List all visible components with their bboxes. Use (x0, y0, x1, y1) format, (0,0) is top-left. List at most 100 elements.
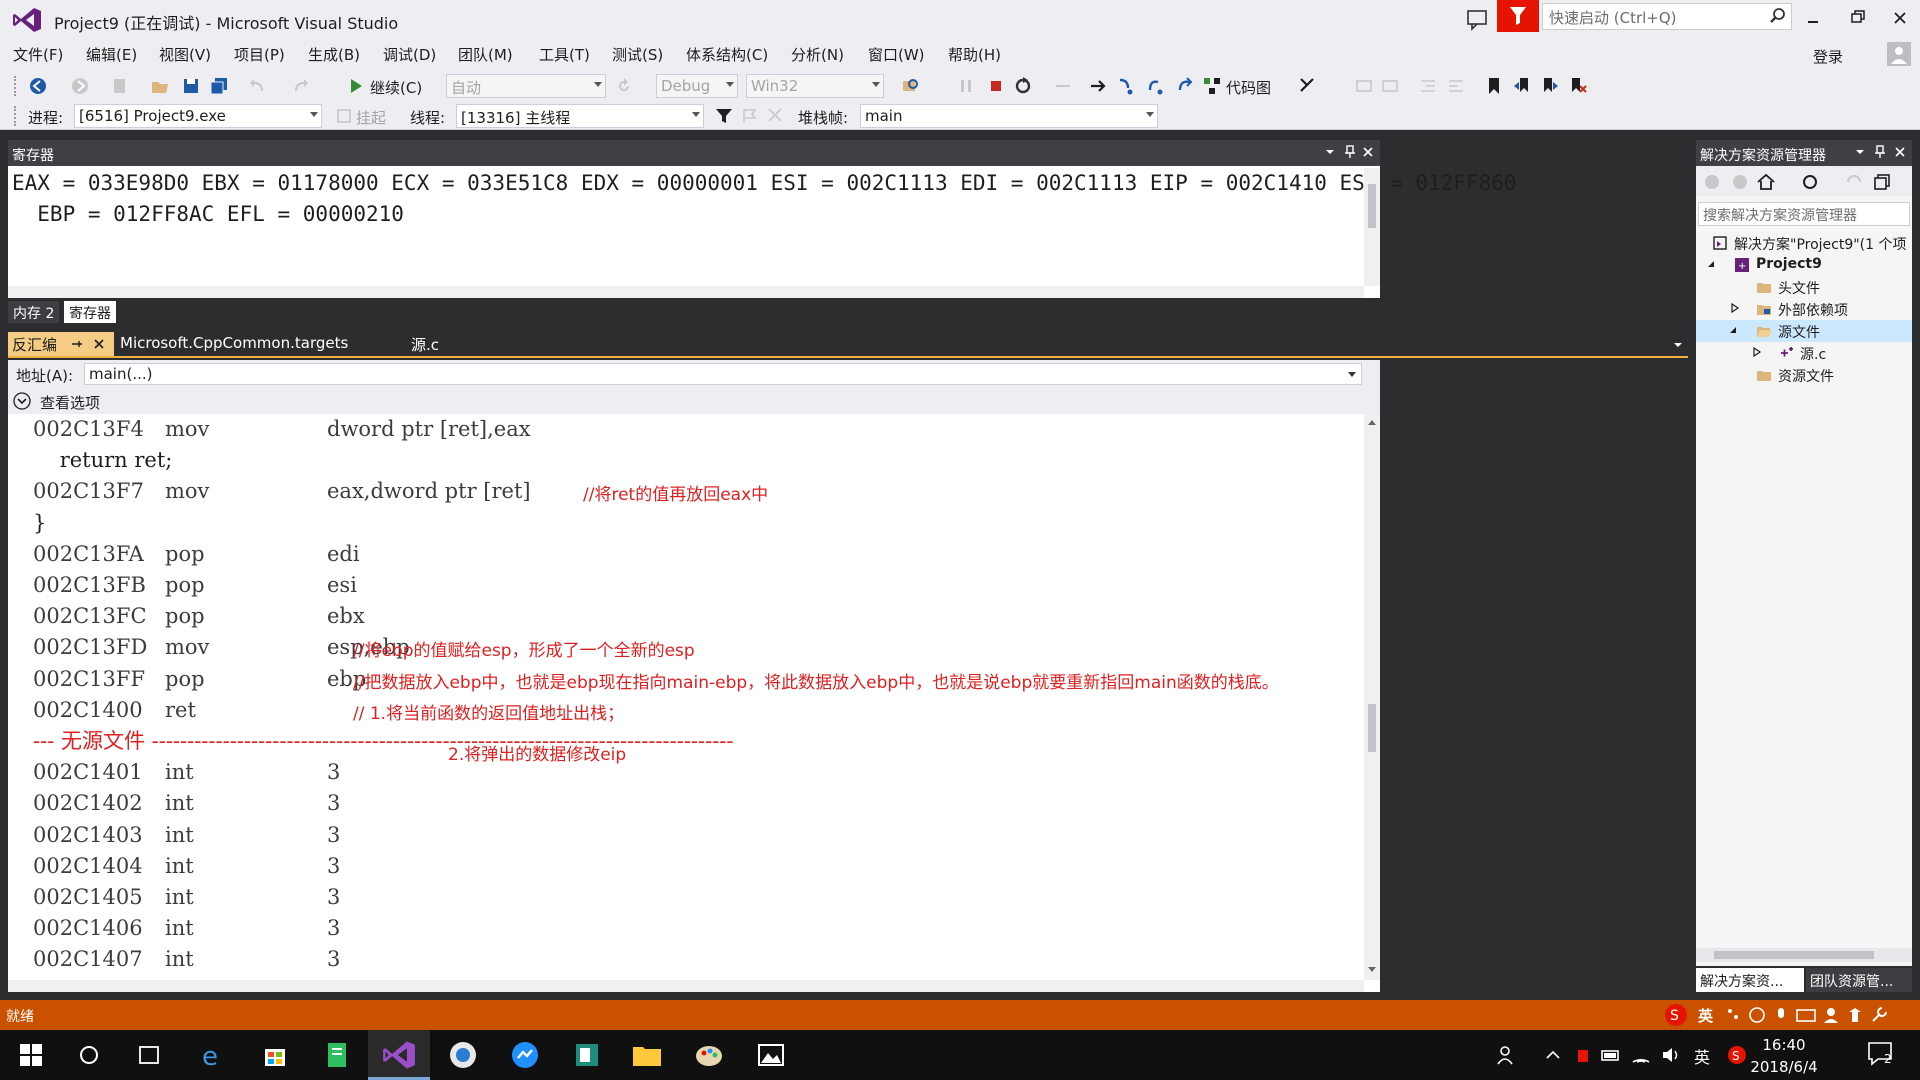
show-next-statement-icon[interactable] (1053, 76, 1073, 96)
code-map-icon[interactable] (1202, 76, 1222, 96)
continue-button[interactable]: 继续(C) (370, 77, 422, 98)
undo-icon[interactable] (248, 76, 268, 96)
action-center-button[interactable]: 2 (1866, 1040, 1900, 1070)
collapsed-arrow-icon[interactable] (1752, 347, 1762, 357)
tab-source-c[interactable]: 源.c (411, 334, 439, 355)
clock-time[interactable]: 16:40 (1752, 1036, 1816, 1054)
task-view-icon[interactable] (132, 1038, 166, 1072)
restore-window-icon[interactable] (1838, 4, 1878, 32)
disasm-instruction-row[interactable]: 002C1403 int 3 (33, 820, 1353, 851)
battery-icon[interactable] (1600, 1044, 1622, 1066)
close-tab-icon[interactable] (92, 337, 106, 351)
tools-wrench-icon[interactable] (1870, 1006, 1888, 1024)
sync-icon[interactable] (1844, 172, 1864, 192)
app-circle-icon[interactable] (446, 1038, 480, 1072)
step-over-icon[interactable] (1146, 76, 1166, 96)
menu-build[interactable]: 生成(B) (308, 44, 360, 65)
file-explorer-icon[interactable] (630, 1038, 664, 1072)
tab-overflow-chevron-icon[interactable] (1672, 340, 1684, 350)
people-icon[interactable] (1496, 1044, 1518, 1066)
open-file-icon[interactable] (150, 76, 170, 96)
back-icon[interactable] (1702, 172, 1722, 192)
skin-icon[interactable] (1846, 1006, 1864, 1024)
tree-resource-files[interactable]: 资源文件 (1696, 364, 1912, 386)
paint-icon[interactable] (692, 1038, 726, 1072)
clock-date[interactable]: 2018/6/4 (1744, 1058, 1824, 1076)
auto-hide-pin-icon[interactable] (1342, 144, 1358, 160)
auto-hide-pin-icon[interactable] (1872, 144, 1888, 160)
step-out-icon[interactable] (1174, 76, 1194, 96)
quick-launch-input[interactable]: 快速启动 (Ctrl+Q) (1542, 3, 1792, 30)
windows-start-icon[interactable] (14, 1038, 48, 1072)
menu-architecture[interactable]: 体系结构(C) (686, 44, 768, 65)
view-options-bar[interactable]: 查看选项 (8, 388, 1380, 414)
evernote-notes-icon[interactable] (320, 1038, 354, 1072)
menu-tools[interactable]: 工具(T) (539, 44, 590, 65)
disassembly-vertical-scrollbar[interactable] (1364, 414, 1380, 980)
ime-language[interactable]: 英 (1698, 1005, 1713, 1026)
registers-horizontal-scrollbar[interactable] (8, 286, 1364, 298)
menu-test[interactable]: 测试(S) (612, 44, 663, 65)
scroll-down-icon[interactable] (1367, 966, 1377, 974)
wifi-icon[interactable] (1630, 1044, 1652, 1066)
thread-combo[interactable]: [13316] 主线程 (456, 104, 704, 128)
disasm-instruction-row[interactable]: 002C13FA pop edi (33, 539, 1353, 570)
tree-solution[interactable]: 解决方案"Project9"(1 个项 (1696, 232, 1912, 254)
disasm-instruction-row[interactable]: 002C13FB pop esi (33, 570, 1353, 601)
scrollbar-thumb[interactable] (1368, 184, 1376, 228)
filter-icon[interactable] (714, 106, 734, 126)
close-panel-icon[interactable] (1892, 144, 1908, 160)
home-icon[interactable] (1756, 172, 1776, 192)
disasm-source-row[interactable]: } (33, 508, 1353, 539)
solution-horizontal-scrollbar[interactable] (1696, 948, 1912, 962)
pending-changes-filter-icon[interactable] (1800, 172, 1820, 192)
collapse-all-icon[interactable] (1872, 172, 1892, 192)
suspend-icon[interactable] (334, 106, 354, 126)
tab-solution-explorer[interactable]: 解决方案资... (1696, 968, 1804, 992)
process-combo[interactable]: [6516] Project9.exe (74, 104, 322, 128)
disasm-source-row[interactable]: return ret; (33, 445, 1353, 476)
sogou-ime-logo-icon[interactable]: S (1664, 1003, 1692, 1027)
user-icon[interactable] (1822, 1006, 1840, 1024)
disasm-instruction-row[interactable]: 002C1406 int 3 (33, 913, 1353, 944)
taskbar-active-visual-studio[interactable] (368, 1030, 430, 1080)
save-icon[interactable] (181, 76, 201, 96)
scrollbar-thumb[interactable] (1368, 704, 1376, 752)
volume-icon[interactable] (1660, 1044, 1682, 1066)
navigate-forward-icon[interactable] (70, 76, 90, 96)
clear-bookmarks-icon[interactable] (1568, 76, 1588, 96)
comment-out-icon[interactable] (1354, 76, 1374, 96)
show-flagged-icon[interactable] (766, 106, 786, 126)
registers-vertical-scrollbar[interactable] (1364, 168, 1380, 286)
disassembly-code-area[interactable]: 002C13F4 mov dword ptr [ret],eax return re… (8, 414, 1364, 980)
disasm-instruction-row[interactable]: 002C1407 int 3 (33, 944, 1353, 975)
bookmark-icon[interactable] (1484, 76, 1504, 96)
save-all-icon[interactable] (209, 76, 229, 96)
photos-icon[interactable] (754, 1038, 788, 1072)
emoji-icon[interactable] (1748, 1006, 1766, 1024)
menu-window[interactable]: 窗口(W) (868, 44, 925, 65)
input-language-indicator[interactable]: 英 (1694, 1044, 1710, 1068)
tree-source-c[interactable]: 源.c (1696, 342, 1912, 364)
tab-cppcommon-targets[interactable]: Microsoft.CppCommon.targets (120, 334, 348, 352)
stop-debugging-icon[interactable] (986, 76, 1006, 96)
scrollbar-thumb[interactable] (1714, 951, 1874, 959)
tab-registers[interactable]: 寄存器 (64, 301, 116, 323)
suspend-button[interactable]: 挂起 (356, 107, 386, 128)
account-icon[interactable] (1887, 42, 1911, 66)
new-project-icon[interactable] (110, 76, 130, 96)
continue-play-icon[interactable] (346, 76, 366, 96)
disasm-instruction-row[interactable]: 002C1405 int 3 (33, 882, 1353, 913)
disasm-instruction-row[interactable]: 002C13FC pop ebx (33, 601, 1353, 632)
menu-view[interactable]: 视图(V) (159, 44, 211, 65)
restart-icon[interactable] (1013, 76, 1033, 96)
step-into-icon[interactable] (1116, 76, 1136, 96)
toolbar-grip[interactable] (14, 76, 18, 96)
navigate-back-icon[interactable] (28, 76, 48, 96)
disasm-no-source-separator[interactable]: --- 无源文件 -------------------------------… (33, 726, 1353, 765)
expanded-arrow-icon[interactable] (1706, 259, 1716, 269)
window-menu-chevron-icon[interactable] (1322, 144, 1338, 160)
microphone-icon[interactable] (1772, 1006, 1790, 1024)
login-link[interactable]: 登录 (1813, 46, 1843, 67)
edge-browser-icon[interactable]: e (196, 1038, 230, 1072)
